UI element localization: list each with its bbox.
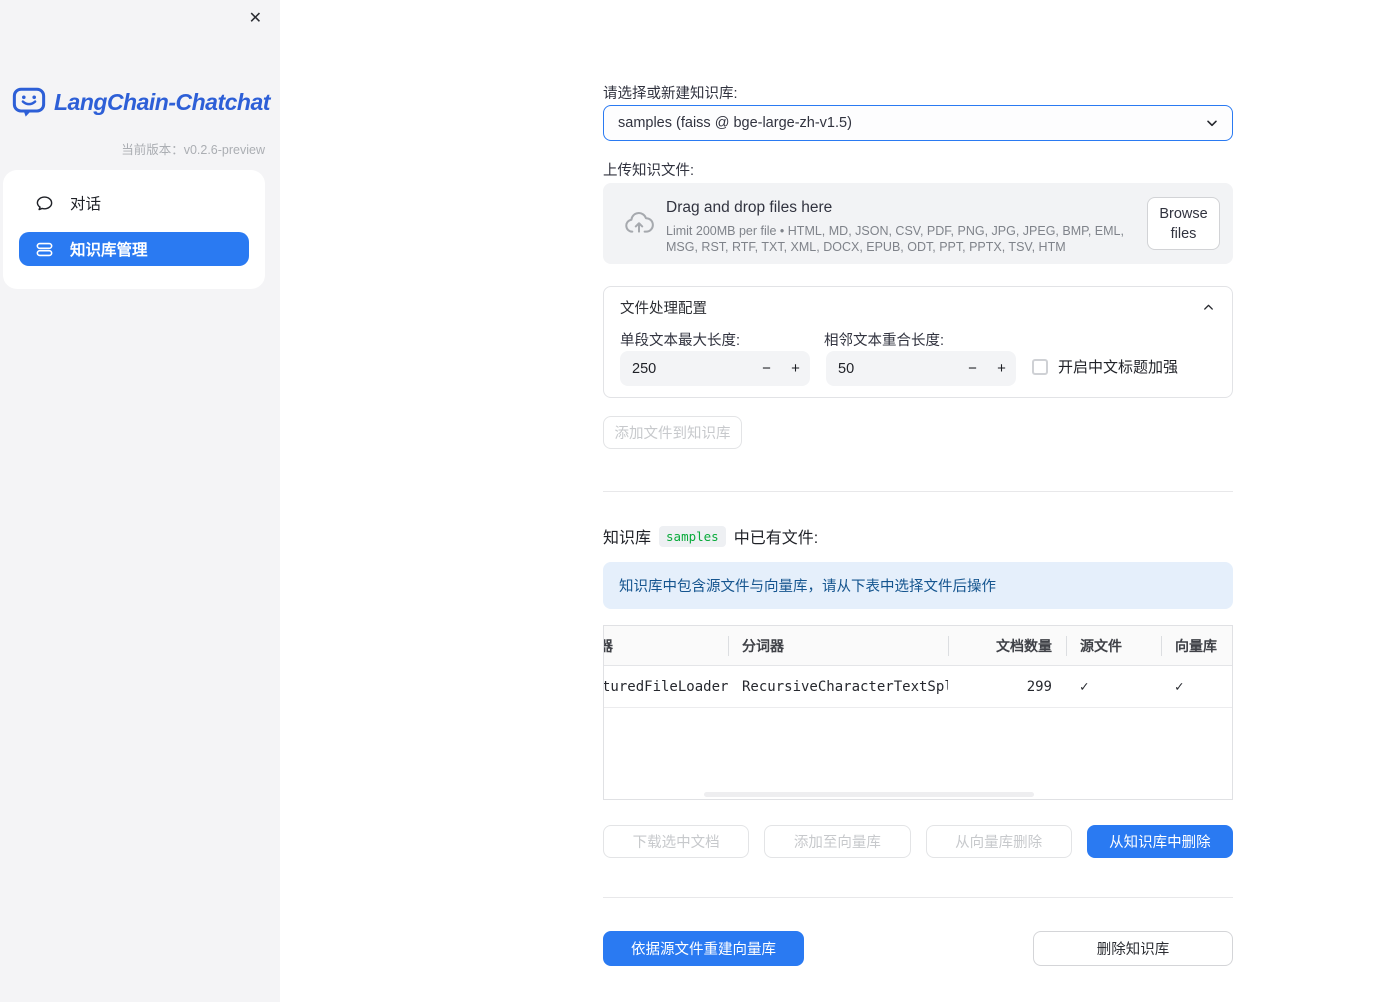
table-header-cell[interactable]: 源文件 [1066, 626, 1161, 665]
logo-text: LangChain-Chatchat [54, 89, 270, 115]
kb-select[interactable]: samples (faiss @ bge-large-zh-v1.5) [603, 105, 1233, 141]
chunk-size-input[interactable]: 250 [620, 361, 752, 377]
chevron-up-icon [1201, 300, 1216, 315]
table-body: UnstructuredFileLoaderRecursiveCharacter… [604, 666, 1232, 708]
minus-icon[interactable]: − [958, 360, 987, 377]
cloud-upload-icon [623, 207, 655, 239]
upload-label: 上传知识文件: [603, 163, 695, 179]
sidebar-nav: 对话 知识库管理 [3, 170, 265, 289]
version-label: 当前版本： [121, 143, 184, 157]
expander-title: 文件处理配置 [620, 300, 707, 317]
kb-files-heading: 知识库 samples 中已有文件: [603, 524, 818, 548]
close-sidebar-icon[interactable]: ✕ [245, 6, 266, 32]
main-content: 请选择或新建知识库: samples (faiss @ bge-large-zh… [603, 0, 1233, 1002]
overlap-stepper: 50 − + [826, 351, 1016, 386]
knowledge-base-icon [35, 240, 54, 259]
download-selected-button[interactable]: 下载选中文档 [603, 825, 750, 858]
zh-title-checkbox-label[interactable]: 开启中文标题加强 [1058, 356, 1178, 377]
table-cell[interactable]: 299 [948, 666, 1066, 707]
table-cell[interactable]: UnstructuredFileLoader [604, 666, 728, 707]
table-header-cell[interactable]: 分词器 [728, 626, 948, 665]
info-alert-text: 知识库中包含源文件与向量库，请从下表中选择文件后操作 [619, 579, 996, 595]
divider [603, 897, 1233, 898]
delete-from-kb-button[interactable]: 从知识库中删除 [1086, 825, 1233, 858]
minus-icon[interactable]: − [752, 360, 781, 377]
chevron-down-icon [1204, 115, 1220, 131]
logo-chat-smiley-icon [12, 86, 46, 119]
info-alert: 知识库中包含源文件与向量库，请从下表中选择文件后操作 [603, 562, 1233, 609]
version-text: 当前版本：v0.2.6-preview [121, 139, 265, 158]
file-action-buttons: 下载选中文档 添加至向量库 从向量库删除 从知识库中删除 [603, 825, 1233, 858]
file-config-expander: 文件处理配置 单段文本最大长度: 相邻文本重合长度: 250 − + 50 − … [603, 286, 1233, 398]
zh-title-checkbox-row: 开启中文标题加强 [1032, 356, 1178, 377]
table-cell[interactable]: RecursiveCharacterTextSplitter [728, 666, 948, 707]
overlap-input[interactable]: 50 [826, 361, 958, 377]
rebuild-vector-store-button[interactable]: 依据源文件重建向量库 [603, 931, 804, 966]
divider [603, 491, 1233, 492]
files-table: 文档加载器分词器文档数量源文件向量库 UnstructuredFileLoade… [603, 625, 1233, 800]
add-to-vector-store-button[interactable]: 添加至向量库 [764, 825, 911, 858]
delete-from-vector-store-button[interactable]: 从向量库删除 [925, 825, 1072, 858]
table-row[interactable]: UnstructuredFileLoaderRecursiveCharacter… [604, 666, 1232, 708]
app-logo: LangChain-Chatchat [12, 86, 270, 119]
sidebar-item-label: 知识库管理 [70, 242, 148, 259]
table-header-row: 文档加载器分词器文档数量源文件向量库 [604, 626, 1232, 666]
table-cell[interactable]: ✓ [1161, 666, 1232, 707]
expander-header[interactable]: 文件处理配置 [604, 287, 1232, 327]
table-header-cell[interactable]: 向量库 [1161, 626, 1232, 665]
sidebar-item-chat[interactable]: 对话 [19, 186, 249, 220]
horizontal-scrollbar[interactable] [704, 792, 1034, 797]
kb-select-label: 请选择或新建知识库: [603, 86, 738, 102]
kb-files-prefix: 知识库 [603, 530, 652, 547]
chunk-size-stepper: 250 − + [620, 351, 810, 386]
file-dropzone[interactable]: Drag and drop files here Limit 200MB per… [603, 183, 1233, 264]
delete-kb-button[interactable]: 删除知识库 [1033, 931, 1233, 966]
chat-bubble-icon [35, 194, 54, 213]
dropzone-title: Drag and drop files here [666, 199, 833, 216]
overlap-label: 相邻文本重合长度: [824, 333, 945, 349]
add-files-to-kb-button[interactable]: 添加文件到知识库 [603, 416, 742, 449]
table-header-cell[interactable]: 文档加载器 [604, 626, 728, 665]
kb-select-value: samples (faiss @ bge-large-zh-v1.5) [618, 115, 852, 131]
sidebar: ✕ LangChain-Chatchat 当前版本：v0.2.6-preview… [0, 0, 280, 1002]
plus-icon[interactable]: + [781, 360, 810, 377]
dropzone-limit-text: Limit 200MB per file • HTML, MD, JSON, C… [666, 224, 1124, 254]
kb-name-code: samples [659, 525, 726, 547]
chunk-size-label: 单段文本最大长度: [620, 333, 741, 349]
sidebar-item-knowledge-base[interactable]: 知识库管理 [19, 232, 249, 266]
zh-title-checkbox[interactable] [1032, 358, 1048, 375]
table-header-cell[interactable]: 文档数量 [948, 626, 1066, 665]
files-table-inner: 文档加载器分词器文档数量源文件向量库 UnstructuredFileLoade… [604, 626, 1232, 708]
browse-files-button[interactable]: Browse files [1147, 197, 1220, 250]
sidebar-item-label: 对话 [70, 196, 102, 213]
table-cell[interactable]: ✓ [1066, 666, 1161, 707]
plus-icon[interactable]: + [987, 360, 1016, 377]
kb-files-suffix: 中已有文件: [733, 530, 819, 547]
version-value: v0.2.6-preview [183, 143, 265, 157]
